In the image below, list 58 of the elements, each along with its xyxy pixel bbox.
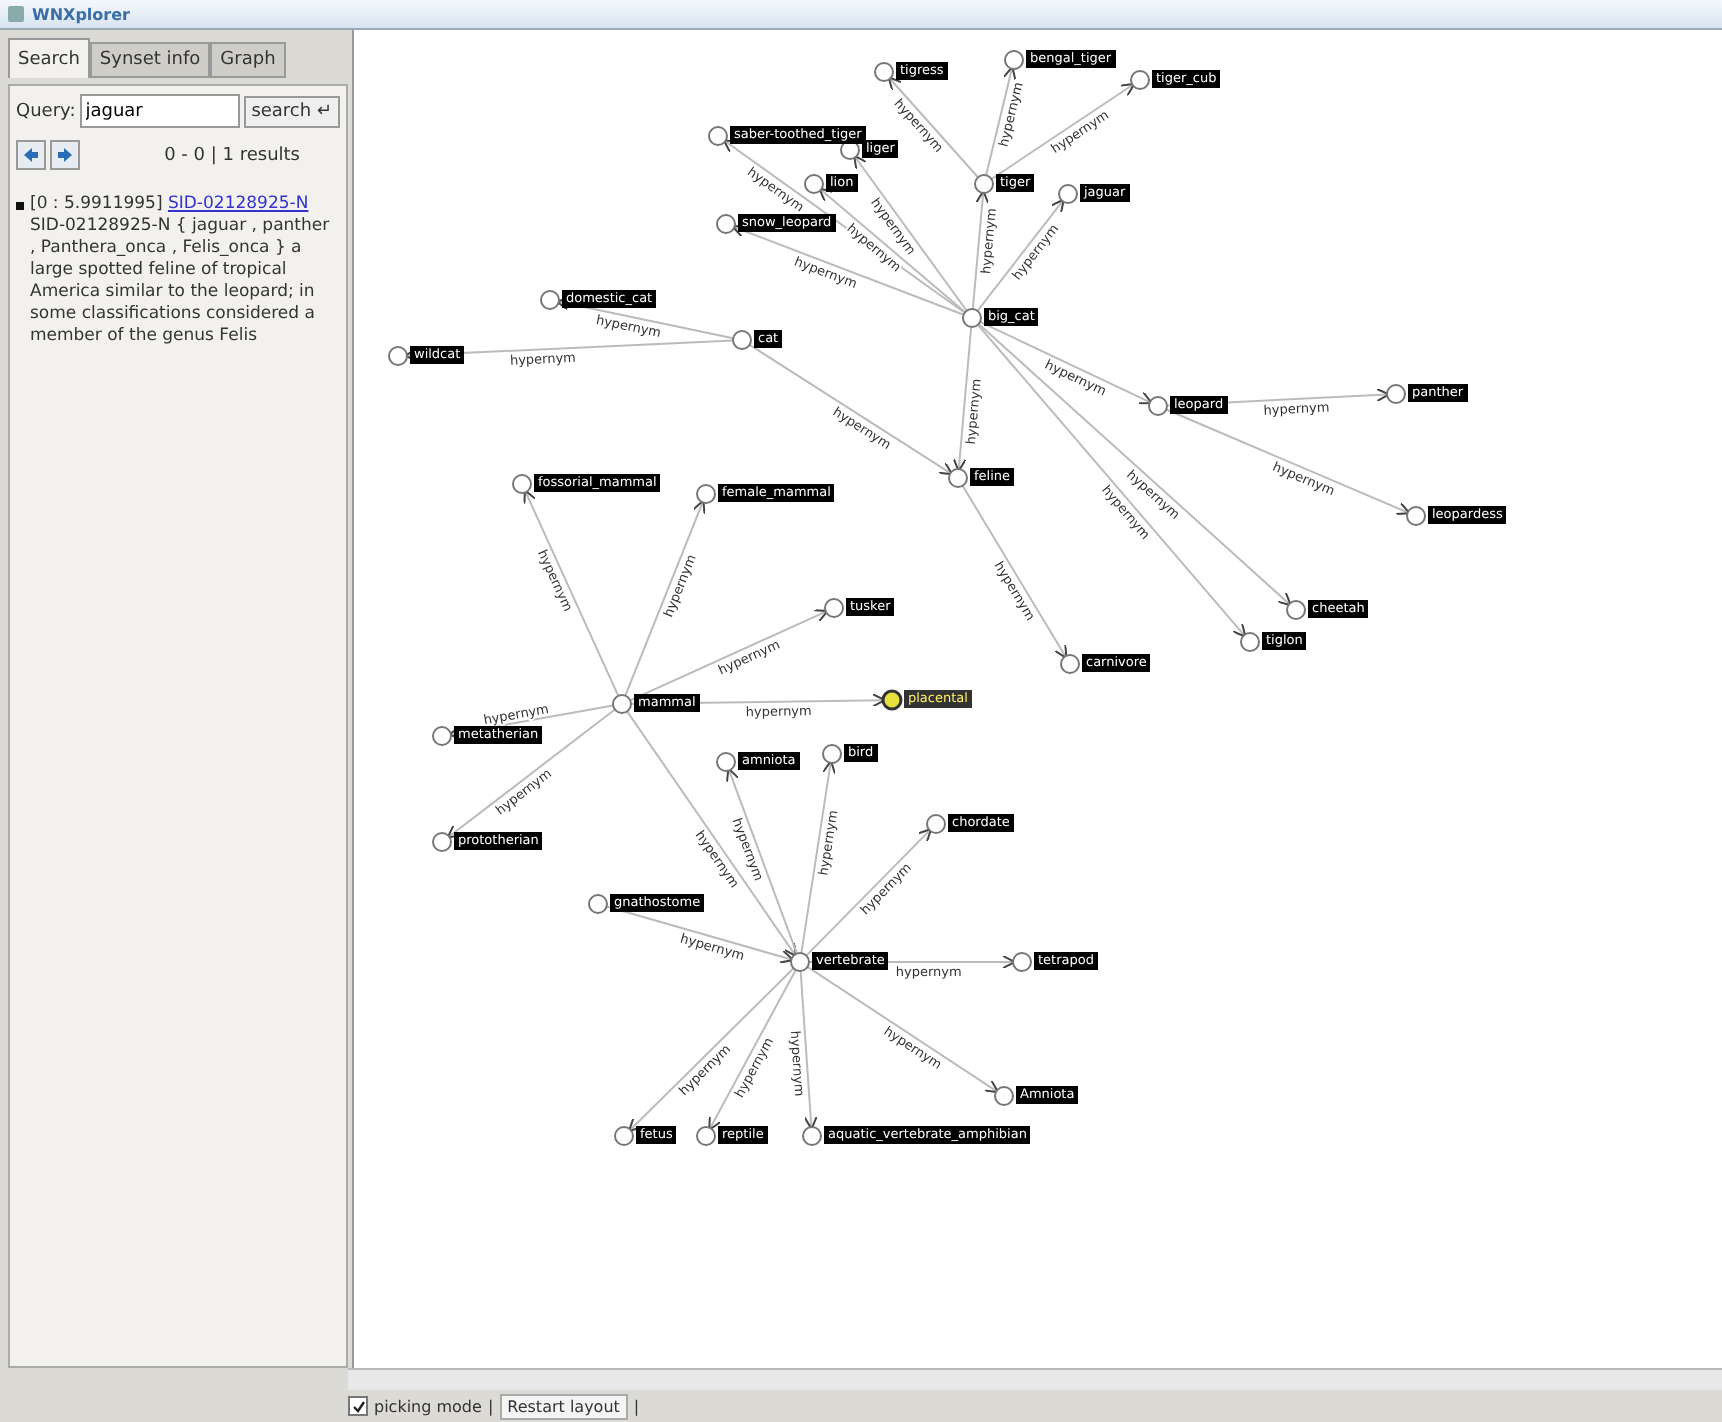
- node-circle[interactable]: [1058, 184, 1078, 204]
- synset-link[interactable]: SID-02128925-N: [167, 194, 309, 214]
- node-circle[interactable]: [974, 174, 994, 194]
- node-circle[interactable]: [948, 468, 968, 488]
- back-button[interactable]: [16, 140, 46, 170]
- node-circle[interactable]: [1130, 70, 1150, 90]
- node-circle[interactable]: [540, 290, 560, 310]
- window-title: WNXplorer: [32, 5, 130, 23]
- search-button[interactable]: search ↵: [243, 95, 340, 127]
- node-circle[interactable]: [824, 598, 844, 618]
- node-circle[interactable]: [804, 174, 824, 194]
- node-circle[interactable]: [1012, 952, 1032, 972]
- node-circle[interactable]: [962, 308, 982, 328]
- forward-button[interactable]: [50, 140, 80, 170]
- node-circle[interactable]: [874, 62, 894, 82]
- node-circle[interactable]: [994, 1086, 1014, 1106]
- node-circle[interactable]: [1060, 654, 1080, 674]
- picking-mode-label: picking mode: [374, 1397, 482, 1415]
- left-arrow-icon: [22, 146, 40, 164]
- picking-mode-checkbox[interactable]: [348, 1396, 368, 1416]
- node-circle[interactable]: [1286, 600, 1306, 620]
- node-circle[interactable]: [432, 832, 452, 852]
- app-icon: [8, 6, 24, 22]
- node-circle[interactable]: [822, 744, 842, 764]
- node-circle[interactable]: [716, 752, 736, 772]
- horizontal-scrollbar[interactable]: [348, 1368, 1722, 1390]
- node-circle[interactable]: [708, 126, 728, 146]
- node-circle[interactable]: [614, 1126, 634, 1146]
- separator: |: [487, 1397, 494, 1415]
- node-circle[interactable]: [802, 1126, 822, 1146]
- node-circle[interactable]: [1004, 50, 1024, 70]
- node-circle[interactable]: [732, 330, 752, 350]
- query-label: Query:: [16, 101, 76, 121]
- node-circle[interactable]: [1386, 384, 1406, 404]
- node-circle[interactable]: [432, 726, 452, 746]
- separator: |: [633, 1397, 640, 1415]
- node-circle[interactable]: [881, 689, 903, 711]
- node-circle[interactable]: [1240, 632, 1260, 652]
- node-circle[interactable]: [1406, 506, 1426, 526]
- node-circle[interactable]: [588, 894, 608, 914]
- results-count: 0 - 0 | 1 results: [164, 145, 300, 165]
- node-circle[interactable]: [388, 346, 408, 366]
- query-field[interactable]: jaguar: [79, 94, 240, 128]
- node-circle[interactable]: [612, 694, 632, 714]
- result-text: [0 : 5.9911995] SID-02128925-N SID-02128925-N { jaguar , panther , Panthera_onca , Felis_onca } a large spotted feline of tropical America similar to the leopard; in some classifications considered a member of the genus Felis: [30, 194, 332, 348]
- restart-layout-button[interactable]: Restart layout: [499, 1393, 628, 1419]
- node-circle[interactable]: [696, 1126, 716, 1146]
- node-circle[interactable]: [1148, 396, 1168, 416]
- right-arrow-icon: [56, 146, 74, 164]
- node-circle[interactable]: [926, 814, 946, 834]
- tab[interactable]: Search: [8, 38, 90, 78]
- node-circle[interactable]: [716, 214, 736, 234]
- tab[interactable]: Synset info: [89, 42, 211, 78]
- bullet-icon: [16, 202, 24, 210]
- node-circle[interactable]: [696, 484, 716, 504]
- node-circle[interactable]: [790, 952, 810, 972]
- tab[interactable]: Graph: [210, 42, 286, 78]
- node-circle[interactable]: [512, 474, 532, 494]
